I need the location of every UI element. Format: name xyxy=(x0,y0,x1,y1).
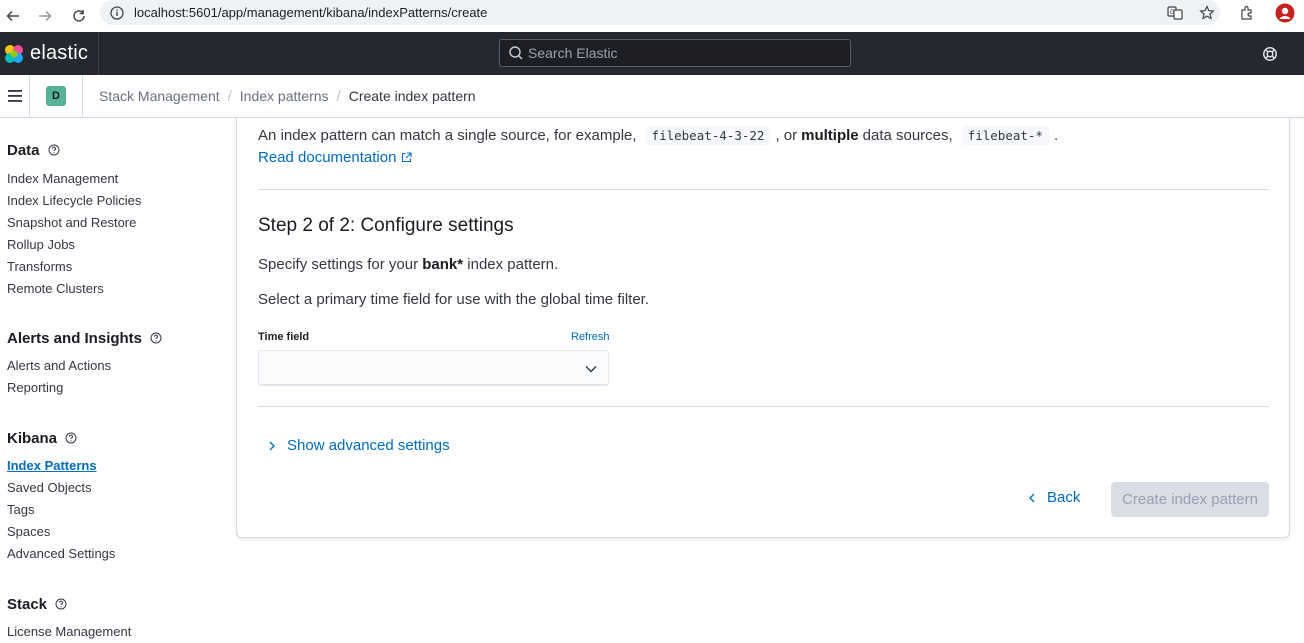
intro-text-part: , or xyxy=(775,127,798,144)
show-advanced-settings-label: Show advanced settings xyxy=(287,437,450,454)
intro-text-part: data sources, xyxy=(862,127,953,144)
sidebar-item-alerts-and-actions[interactable]: Alerts and Actions xyxy=(7,355,162,377)
read-documentation-label: Read documentation xyxy=(258,149,397,166)
breadcrumb-separator: / xyxy=(336,87,341,105)
browser-toolbar: localhost:5601/app/management/kibana/ind… xyxy=(0,0,1304,32)
breadcrumb-index-patterns[interactable]: Index patterns xyxy=(240,88,329,104)
extensions-icon[interactable] xyxy=(1234,2,1260,24)
step-title: Step 2 of 2: Configure settings xyxy=(258,215,514,236)
help-icon[interactable] xyxy=(55,598,67,610)
search-input[interactable] xyxy=(528,45,828,61)
back-arrow-icon[interactable] xyxy=(2,5,24,27)
svg-text:G: G xyxy=(1170,10,1175,16)
index-pattern-name: bank* xyxy=(422,256,464,273)
intro-bold-multiple: multiple xyxy=(801,127,859,144)
time-field-description: Select a primary time field for use with… xyxy=(258,291,649,308)
sidebar-item-tags[interactable]: Tags xyxy=(7,499,115,521)
sidebar-item-snapshot-and-restore[interactable]: Snapshot and Restore xyxy=(7,212,141,234)
sidebar-item-transforms[interactable]: Transforms xyxy=(7,256,141,278)
sidebar-group-stack: Stack License Management xyxy=(7,594,131,643)
sidebar-item-index-lifecycle-policies[interactable]: Index Lifecycle Policies xyxy=(7,190,141,212)
sidebar-item-reporting[interactable]: Reporting xyxy=(7,377,162,399)
time-field-select[interactable] xyxy=(258,350,609,386)
time-field-label: Time field xyxy=(258,331,310,343)
breadcrumb-bar: D Stack Management / Index patterns / Cr… xyxy=(0,74,1304,118)
site-info-icon[interactable] xyxy=(106,2,128,24)
sidebar-item-advanced-settings[interactable]: Advanced Settings xyxy=(7,543,115,565)
create-index-pattern-button[interactable]: Create index pattern xyxy=(1111,482,1269,517)
sidebar-group-title-text: Stack xyxy=(7,595,48,613)
global-search[interactable] xyxy=(499,39,851,67)
sidebar-group-title: Alerts and Insights xyxy=(7,328,162,348)
profile-avatar-icon[interactable] xyxy=(1272,2,1298,24)
sidebar-item-index-patterns[interactable]: Index Patterns xyxy=(7,455,115,477)
back-button[interactable]: Back xyxy=(1027,489,1080,506)
sidebar-item-spaces[interactable]: Spaces xyxy=(7,521,115,543)
elastic-logo-icon xyxy=(5,44,23,63)
help-menu-button[interactable] xyxy=(1260,44,1280,64)
elastic-home-link[interactable]: elastic xyxy=(0,32,99,75)
divider xyxy=(258,189,1269,190)
divider xyxy=(82,74,83,118)
sidebar-group-title-text: Alerts and Insights xyxy=(7,329,143,347)
help-icon[interactable] xyxy=(65,432,77,444)
refresh-time-fields-link[interactable]: Refresh xyxy=(571,331,610,343)
sidebar-group-title-text: Kibana xyxy=(7,429,58,447)
space-avatar[interactable]: D xyxy=(46,86,66,106)
intro-text-part: An index pattern can match a single sour… xyxy=(258,127,637,144)
help-icon[interactable] xyxy=(150,332,162,344)
breadcrumb-separator: / xyxy=(227,87,232,105)
management-sidebar: Data Index Management Index Lifecycle Po… xyxy=(0,118,235,642)
forward-arrow-icon[interactable] xyxy=(34,5,56,27)
brand-name: elastic xyxy=(30,42,89,64)
breadcrumb-stack-management[interactable]: Stack Management xyxy=(99,88,220,104)
chevron-right-icon xyxy=(269,441,275,450)
intro-text-part: . xyxy=(1053,127,1059,144)
read-documentation-link[interactable]: Read documentation xyxy=(258,149,412,166)
sidebar-group-alerts-and-insights: Alerts and Insights Alerts and Actions R… xyxy=(7,328,162,399)
show-advanced-settings-toggle[interactable]: Show advanced settings xyxy=(267,437,450,454)
search-icon xyxy=(509,46,523,60)
help-lifebuoy-icon xyxy=(1263,47,1277,61)
settings-description-part: Specify settings for your xyxy=(258,256,419,273)
reload-icon[interactable] xyxy=(68,5,90,27)
sidebar-group-data: Data Index Management Index Lifecycle Po… xyxy=(7,140,141,300)
chevron-left-icon xyxy=(1029,493,1035,502)
back-label: Back xyxy=(1047,489,1081,506)
bookmark-star-icon[interactable] xyxy=(1194,2,1220,24)
sidebar-item-index-management[interactable]: Index Management xyxy=(7,168,141,190)
hamburger-icon xyxy=(7,90,22,102)
breadcrumb-create-index-pattern: Create index pattern xyxy=(348,88,476,104)
sidebar-group-title: Kibana xyxy=(7,428,115,448)
sidebar-group-title: Stack xyxy=(7,594,131,614)
sidebar-item-remote-clusters[interactable]: Remote Clusters xyxy=(7,278,141,300)
url-text: localhost:5601/app/management/kibana/ind… xyxy=(134,5,488,20)
sidebar-item-license-management[interactable]: License Management xyxy=(7,621,131,643)
sidebar-group-title-text: Data xyxy=(7,141,40,159)
address-bar[interactable]: localhost:5601/app/management/kibana/ind… xyxy=(100,0,1220,25)
chevron-down-icon xyxy=(585,366,597,373)
settings-description: Specify settings for your bank* index pa… xyxy=(258,256,558,273)
menu-toggle-button[interactable] xyxy=(0,74,30,118)
sidebar-item-saved-objects[interactable]: Saved Objects xyxy=(7,477,115,499)
example-code-single: filebeat-4-3-22 xyxy=(645,126,771,145)
settings-description-part: index pattern. xyxy=(467,256,559,273)
example-code-multiple: filebeat-* xyxy=(961,126,1049,145)
sidebar-item-rollup-jobs[interactable]: Rollup Jobs xyxy=(7,234,141,256)
breadcrumb: Stack Management / Index patterns / Crea… xyxy=(99,88,476,105)
divider xyxy=(258,406,1269,407)
help-icon[interactable] xyxy=(48,144,60,156)
external-link-icon xyxy=(402,152,412,163)
sidebar-group-kibana: Kibana Index Patterns Saved Objects Tags… xyxy=(7,428,115,565)
create-index-pattern-panel: An index pattern can match a single sour… xyxy=(236,118,1290,538)
kibana-header: elastic xyxy=(0,32,1304,75)
sidebar-group-title: Data xyxy=(7,140,141,160)
translate-icon[interactable]: G xyxy=(1162,2,1188,24)
intro-text: An index pattern can match a single sour… xyxy=(258,126,1058,145)
